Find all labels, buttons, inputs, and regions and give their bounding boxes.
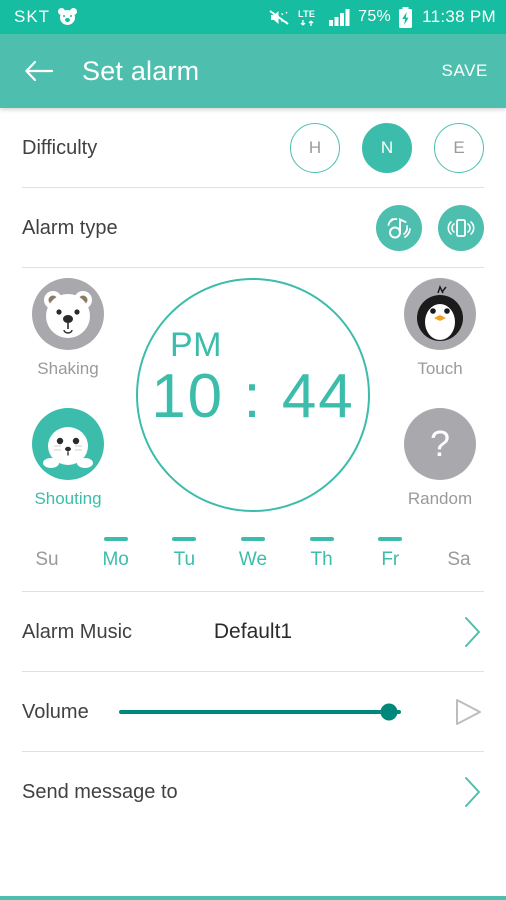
- sound-note-icon: [384, 213, 414, 243]
- status-bar-left: SKT: [14, 7, 78, 27]
- question-mark-glyph: ?: [429, 423, 451, 464]
- app-bar: Set alarm SAVE: [0, 34, 506, 108]
- mode-touch-label: Touch: [417, 359, 463, 378]
- vibration-phone-icon: [446, 213, 476, 243]
- day-tu[interactable]: Tu: [155, 533, 213, 571]
- difficulty-option-normal[interactable]: N: [362, 123, 412, 173]
- sound-toggle-button[interactable]: [376, 205, 422, 251]
- difficulty-option-hard[interactable]: H: [290, 123, 340, 173]
- signal-bars-icon: [329, 8, 351, 26]
- bear-alarm-icon: [58, 7, 78, 27]
- bottom-accent-bar: [0, 896, 506, 900]
- vibration-toggle-button[interactable]: [438, 205, 484, 251]
- status-bar: SKT LTE 75% 11:38 PM: [0, 0, 506, 34]
- day-th[interactable]: Th: [293, 533, 351, 571]
- volume-slider[interactable]: [118, 697, 401, 727]
- mode-shouting[interactable]: Shouting: [20, 408, 116, 509]
- page-title: Set alarm: [82, 55, 200, 86]
- day-we[interactable]: We: [224, 533, 282, 571]
- difficulty-label: Difficulty: [22, 136, 98, 159]
- days-spacer: [0, 577, 506, 591]
- volume-slider-thumb[interactable]: [380, 703, 398, 721]
- volume-row: Volume: [0, 672, 506, 752]
- meridiem-label: PM: [170, 326, 222, 364]
- alarm-time-dial[interactable]: PM 10 : 44: [136, 278, 370, 512]
- seal-icon: [32, 408, 104, 480]
- day-mo[interactable]: Mo: [87, 533, 145, 571]
- mode-shaking[interactable]: Shaking: [20, 278, 116, 379]
- volume-mute-vibrate-icon: [268, 9, 290, 26]
- day-selector: Su Mo Tu We Th Fr Sa: [0, 523, 506, 577]
- day-fr-label: Fr: [381, 549, 400, 570]
- day-we-label: We: [238, 549, 268, 570]
- polar-bear-icon: [32, 278, 104, 350]
- chevron-right-icon[interactable]: [462, 775, 484, 809]
- day-su-label: Su: [35, 549, 59, 570]
- alarm-type-options: [376, 205, 484, 251]
- mode-random-label: Random: [407, 489, 473, 508]
- question-mark-icon: ?: [404, 408, 476, 480]
- chevron-right-icon[interactable]: [462, 615, 484, 649]
- mode-shaking-label: Shaking: [37, 359, 99, 378]
- day-sa-label: Sa: [447, 549, 471, 570]
- play-preview-button[interactable]: [452, 697, 484, 727]
- day-sa[interactable]: Sa: [430, 533, 488, 571]
- status-clock: 11:38 PM: [422, 7, 496, 26]
- arrow-left-icon: [24, 59, 54, 83]
- volume-label: Volume: [22, 700, 89, 723]
- day-tu-label: Tu: [173, 549, 196, 570]
- difficulty-option-easy[interactable]: E: [434, 123, 484, 173]
- day-fr[interactable]: Fr: [361, 533, 419, 571]
- difficulty-options: H N E: [290, 123, 484, 173]
- status-bar-right: LTE 75% 11:38 PM: [268, 6, 496, 28]
- carrier-label: SKT: [14, 7, 51, 26]
- day-th-label: Th: [310, 549, 333, 570]
- day-su[interactable]: Su: [18, 533, 76, 571]
- send-message-row[interactable]: Send message to: [0, 752, 506, 832]
- back-button[interactable]: [22, 54, 56, 88]
- alarm-type-label: Alarm type: [22, 216, 118, 239]
- save-button[interactable]: SAVE: [442, 61, 489, 81]
- alarm-type-row: Alarm type: [0, 188, 506, 268]
- mode-random[interactable]: ? Random: [392, 408, 488, 509]
- send-message-label: Send message to: [22, 780, 178, 803]
- penguin-icon: [404, 278, 476, 350]
- day-mo-label: Mo: [102, 549, 129, 570]
- alarm-music-label: Alarm Music: [22, 620, 133, 643]
- settings-list: Difficulty H N E Alarm type Shaking Shou…: [0, 108, 506, 832]
- alarm-music-row[interactable]: Alarm Music Default1: [0, 592, 506, 672]
- difficulty-row: Difficulty H N E: [0, 108, 506, 188]
- wake-mode-section: Shaking Shouting Touch ? Random PM 10: …: [0, 268, 506, 523]
- battery-percent-label: 75%: [358, 8, 392, 25]
- mode-shouting-label: Shouting: [34, 489, 102, 508]
- alarm-time-label: 10 : 44: [151, 362, 355, 431]
- play-triangle-icon: [452, 697, 484, 727]
- battery-charging-icon: [398, 6, 413, 28]
- volume-slider-track: [118, 710, 401, 714]
- mode-touch[interactable]: Touch: [392, 278, 488, 379]
- svg-text:LTE: LTE: [298, 9, 315, 19]
- lte-network-icon: LTE: [297, 8, 322, 27]
